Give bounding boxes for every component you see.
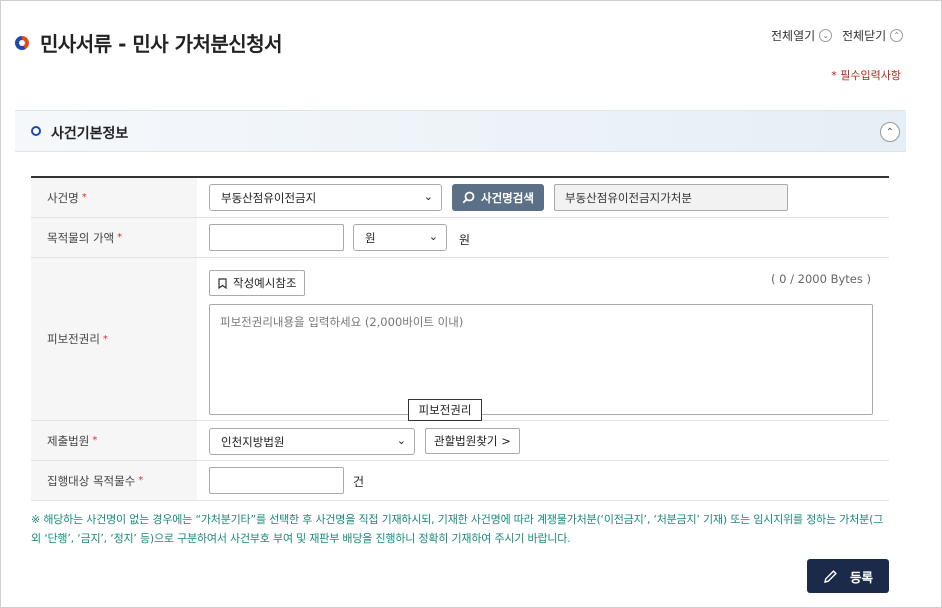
preserved-right-label-text: 피보전권리 xyxy=(47,332,100,346)
required-mark: * xyxy=(81,192,87,203)
page-title: 민사서류 - 민사 가처분신청서 xyxy=(40,32,283,56)
required-mark: * xyxy=(92,435,98,446)
case-name-result-value: 부동산점유이전금지가처분 xyxy=(565,190,692,205)
bookmark-icon xyxy=(218,277,227,289)
case-name-search-label: 사건명검색 xyxy=(481,190,534,205)
required-note: * 필수입력사항 xyxy=(831,69,901,82)
register-label: 등록 xyxy=(849,569,873,585)
preserved-right-placeholder: 피보전권리내용을 입력하세요 (2,000바이트 이내) xyxy=(220,315,464,329)
case-name-select[interactable]: 부동산점유이전금지 ⌄ xyxy=(209,184,442,211)
section-collapse-button[interactable]: ⌃ xyxy=(880,122,900,142)
search-icon xyxy=(462,191,475,204)
expand-all-button[interactable]: 전체열기 ⌄ xyxy=(771,27,833,44)
register-button[interactable]: 등록 xyxy=(807,559,889,593)
case-name-select-value: 부동산점유이전금지 xyxy=(221,190,317,205)
row-execution-count: 집행대상 목적물수 * 건 xyxy=(31,461,889,501)
court-select-value: 인천지방법원 xyxy=(221,434,285,449)
byte-counter: ( 0 / 2000 Bytes ) xyxy=(771,272,871,286)
collapse-all-button[interactable]: 전체닫기 ⌃ xyxy=(842,27,904,44)
row-preserved-right: 피보전권리 * 작성예시참조 ( 0 / 2000 Bytes ) 피보전권리내용… xyxy=(31,258,889,421)
chevron-up-icon: ⌃ xyxy=(885,126,895,138)
chevron-down-icon: ⌄ xyxy=(423,190,433,203)
execution-count-cell: 건 xyxy=(197,461,889,500)
required-mark: * xyxy=(138,475,144,486)
required-mark: * xyxy=(102,333,108,345)
preserved-right-cell: 작성예시참조 ( 0 / 2000 Bytes ) 피보전권리내용을 입력하세요… xyxy=(197,258,889,420)
court-label: 제출법원 * xyxy=(31,421,197,460)
chevron-up-icon: ⌃ xyxy=(890,29,904,42)
currency-unit-select[interactable]: 원 ⌄ xyxy=(353,224,447,251)
section-header: 사건기본정보 ⌃ xyxy=(15,110,906,152)
court-select[interactable]: 인천지방법원 ⌄ xyxy=(209,428,415,455)
tooltip: 피보전권리 xyxy=(408,399,482,421)
row-case-name: 사건명 * 부동산점유이전금지 ⌄ 사건명검색 부동산점유이전금지가처분 xyxy=(31,178,889,218)
row-target-value: 목적물의 가액 * 원 ⌄ 원 xyxy=(31,218,889,258)
expand-all-label: 전체열기 xyxy=(771,29,816,43)
court-label-text: 제출법원 xyxy=(47,433,90,448)
currency-unit-value: 원 xyxy=(365,230,376,245)
chevron-down-icon: ⌄ xyxy=(819,29,833,42)
currency-unit-label: 원 xyxy=(459,233,471,247)
case-info-form: 사건명 * 부동산점유이전금지 ⌄ 사건명검색 부동산점유이전금지가처분 목적물의… xyxy=(31,176,889,501)
execution-count-unit: 건 xyxy=(353,475,365,489)
page-header: 민사서류 - 민사 가처분신청서 xyxy=(15,28,283,57)
target-value-label-text: 목적물의 가액 xyxy=(47,230,115,245)
find-court-button[interactable]: 관할법원찾기 > xyxy=(425,428,520,454)
notice-text: ※ 해당하는 사건명이 없는 경우에는 “가처분기타”를 선택한 후 사건명을 … xyxy=(31,513,884,545)
target-value-input[interactable] xyxy=(209,224,344,251)
section-bullet-icon xyxy=(31,126,41,136)
target-value-label: 목적물의 가액 * xyxy=(31,218,197,257)
row-court: 제출법원 * 인천지방법원 ⌄ 관할법원찾기 > xyxy=(31,421,889,461)
case-name-search-button[interactable]: 사건명검색 xyxy=(452,184,544,211)
writing-example-label: 작성예시참조 xyxy=(233,276,297,290)
required-mark: * xyxy=(117,232,123,243)
case-name-result-field: 부동산점유이전금지가처분 xyxy=(554,184,788,211)
preserved-right-textarea[interactable]: 피보전권리내용을 입력하세요 (2,000바이트 이내) xyxy=(209,304,873,415)
writing-example-button[interactable]: 작성예시참조 xyxy=(209,270,306,296)
target-value-cell: 원 ⌄ 원 xyxy=(197,218,889,257)
preserved-right-label: 피보전권리 * xyxy=(31,258,197,420)
find-court-label: 관할법원찾기 > xyxy=(434,434,511,448)
case-name-label: 사건명 * xyxy=(31,178,197,217)
title-bullet-icon xyxy=(15,35,29,50)
case-name-label-text: 사건명 xyxy=(47,190,79,205)
section-title: 사건기본정보 xyxy=(51,126,129,142)
collapse-all-label: 전체닫기 xyxy=(842,29,887,43)
execution-count-input[interactable] xyxy=(209,467,344,494)
pencil-icon xyxy=(824,569,837,583)
execution-count-label-text: 집행대상 목적물수 xyxy=(47,473,136,488)
chevron-down-icon: ⌄ xyxy=(428,230,438,243)
chevron-down-icon: ⌄ xyxy=(396,434,406,447)
case-name-cell: 부동산점유이전금지 ⌄ 사건명검색 부동산점유이전금지가처분 xyxy=(197,178,889,217)
court-cell: 인천지방법원 ⌄ 관할법원찾기 > xyxy=(197,421,889,460)
execution-count-label: 집행대상 목적물수 * xyxy=(31,461,197,500)
